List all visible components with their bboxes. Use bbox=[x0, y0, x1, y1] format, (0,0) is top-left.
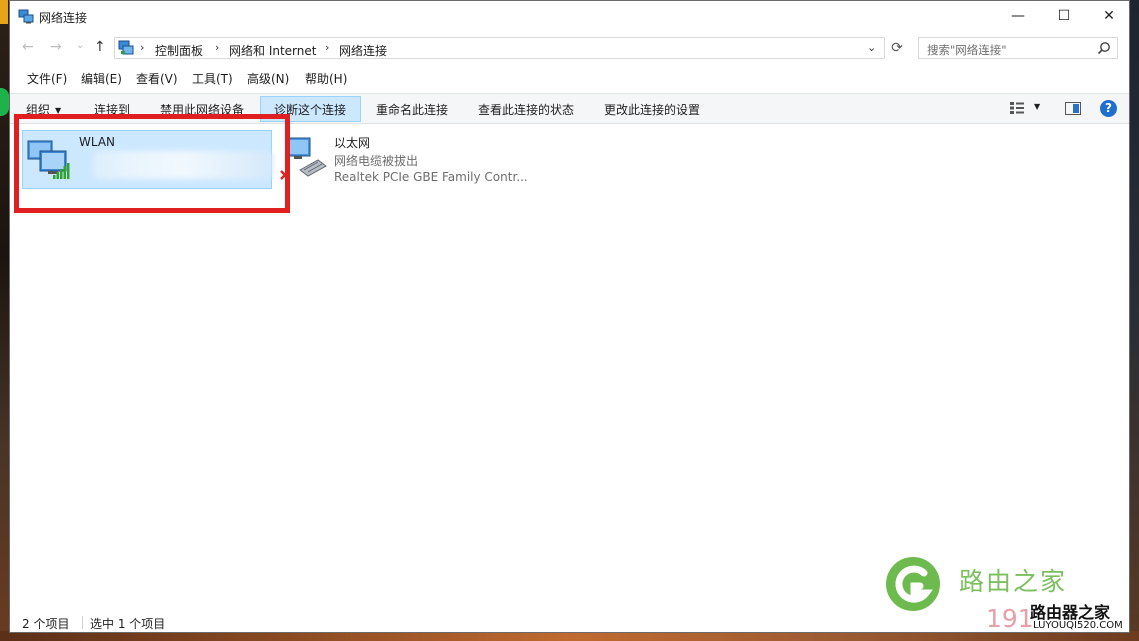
search-input[interactable]: 搜索"网络连接" bbox=[918, 37, 1118, 59]
chevron-down-icon[interactable]: ⌄ bbox=[867, 41, 876, 54]
recent-locations-button[interactable]: ⌄ bbox=[76, 40, 84, 51]
minimize-button[interactable]: — bbox=[995, 1, 1041, 31]
item-count: 2 个项目 bbox=[22, 617, 70, 631]
search-icon bbox=[1097, 42, 1110, 55]
preview-pane-icon[interactable] bbox=[1065, 102, 1081, 115]
forward-button[interactable]: → bbox=[50, 39, 62, 55]
breadcrumb-separator: › bbox=[325, 41, 330, 54]
search-placeholder: 搜索"网络连接" bbox=[927, 43, 1007, 57]
explorer-window: 网络连接 — ☐ ✕ ← → ⌄ ↑ › 控制面板 › 网络和 Internet… bbox=[9, 0, 1130, 633]
network-connections-icon bbox=[18, 9, 34, 24]
menu-help[interactable]: 帮助(H) bbox=[305, 70, 347, 87]
desktop-app-icon bbox=[0, 88, 9, 116]
menu-advanced[interactable]: 高级(N) bbox=[247, 70, 289, 87]
watermark-logo-icon bbox=[886, 557, 940, 611]
breadcrumb-control-panel[interactable]: 控制面板 bbox=[155, 42, 203, 59]
change-settings-button[interactable]: 更改此连接的设置 bbox=[604, 101, 700, 118]
menu-view[interactable]: 查看(V) bbox=[136, 70, 178, 87]
control-panel-icon bbox=[118, 40, 134, 55]
watermark-url: LUYOUQI520.COM bbox=[1033, 620, 1123, 631]
watermark-brand: 路由之家 bbox=[959, 567, 1068, 596]
window-title: 网络连接 bbox=[39, 11, 88, 25]
up-button[interactable]: ↑ bbox=[94, 39, 106, 55]
ethernet-name: 以太网 bbox=[334, 136, 371, 150]
watermark-number: 191 bbox=[986, 604, 1034, 633]
desktop-right-edge bbox=[1130, 0, 1139, 641]
help-icon[interactable]: ? bbox=[1100, 100, 1117, 117]
menu-file[interactable]: 文件(F) bbox=[27, 70, 67, 87]
selected-count: 选中 1 个项目 bbox=[90, 617, 166, 631]
breadcrumb-network-internet[interactable]: 网络和 Internet bbox=[229, 42, 316, 59]
refresh-icon[interactable]: ⟳ bbox=[886, 37, 908, 59]
rename-connection-button[interactable]: 重命名此连接 bbox=[376, 101, 448, 118]
breadcrumb-separator: › bbox=[140, 41, 145, 54]
breadcrumb-separator: › bbox=[215, 41, 220, 54]
ethernet-status: 网络电缆被拔出 bbox=[334, 154, 419, 168]
ethernet-adapter: Realtek PCIe GBE Family Contr... bbox=[334, 170, 528, 184]
view-options-icon[interactable] bbox=[1010, 102, 1024, 114]
menu-edit[interactable]: 编辑(E) bbox=[81, 70, 122, 87]
view-status-button[interactable]: 查看此连接的状态 bbox=[478, 101, 574, 118]
red-highlight-annotation bbox=[14, 114, 290, 213]
breadcrumb-network-connections[interactable]: 网络连接 bbox=[339, 42, 387, 59]
close-button[interactable]: ✕ bbox=[1086, 1, 1132, 31]
status-divider bbox=[82, 616, 83, 629]
menu-bar: 文件(F) 编辑(E) 查看(V) 工具(T) 高级(N) 帮助(H) bbox=[10, 67, 1129, 89]
title-bar: 网络连接 — ☐ ✕ bbox=[10, 1, 1129, 32]
address-bar[interactable]: › 控制面板 › 网络和 Internet › 网络连接 ⌄ bbox=[114, 37, 885, 59]
connection-item-ethernet[interactable]: 以太网 网络电缆被拔出 Realtek PCIe GBE Family Cont… bbox=[278, 132, 538, 192]
desktop-folder-icon bbox=[0, 0, 8, 24]
status-bar: 2 个项目 选中 1 个项目 bbox=[10, 610, 1129, 632]
back-button[interactable]: ← bbox=[22, 39, 34, 55]
view-dropdown-icon[interactable]: ▼ bbox=[1034, 102, 1040, 111]
maximize-button[interactable]: ☐ bbox=[1041, 1, 1087, 31]
menu-tools[interactable]: 工具(T) bbox=[192, 70, 233, 87]
